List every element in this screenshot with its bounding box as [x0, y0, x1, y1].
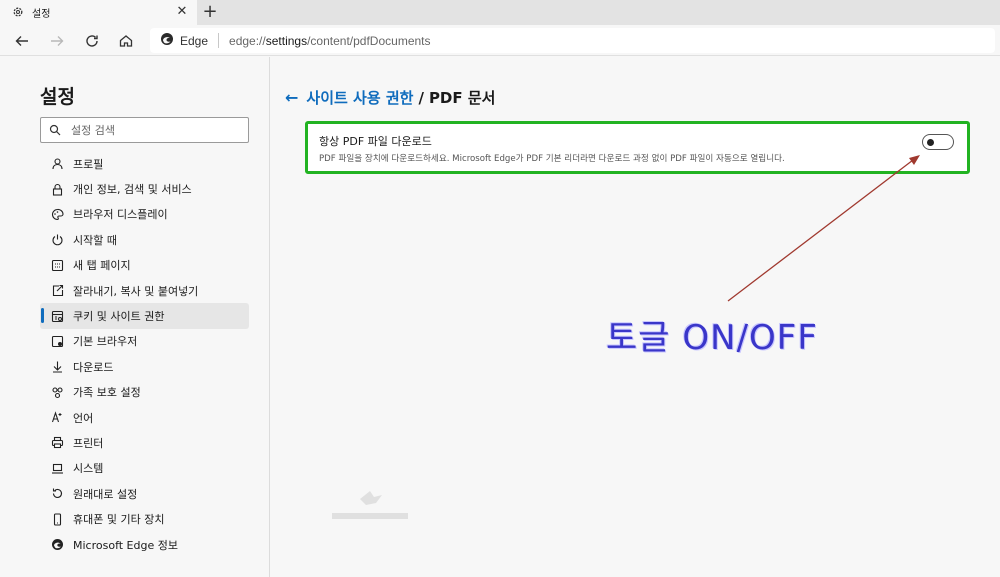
- language-icon: [51, 411, 64, 424]
- page-title: PDF 문서: [428, 89, 496, 107]
- sidebar-item-4[interactable]: 새 탭 페이지: [40, 253, 249, 278]
- sidebar-item-3[interactable]: 시작할 때: [40, 227, 249, 252]
- sidebar-item-label: 프린터: [73, 436, 104, 450]
- grid-icon: [51, 259, 64, 272]
- sidebar-item-8[interactable]: 다운로드: [40, 354, 249, 379]
- forward-arrow-icon: [51, 36, 64, 46]
- sidebar-item-14[interactable]: 휴대폰 및 기타 장치: [40, 506, 249, 531]
- sidebar-item-label: 시작할 때: [73, 233, 117, 247]
- sidebar-item-label: 원래대로 설정: [73, 487, 138, 501]
- sidebar-item-15[interactable]: Microsoft Edge 정보: [40, 532, 249, 557]
- refresh-icon: [86, 35, 98, 47]
- tab-strip: 설정 ✕ +: [0, 0, 1000, 25]
- annotation-label: 토글 ON/OFF: [606, 318, 818, 358]
- sidebar-item-label: Microsoft Edge 정보: [73, 538, 178, 552]
- toolbar: Edge edge://settings/content/pdfDocument…: [0, 25, 1000, 56]
- tab-title: 설정: [32, 9, 51, 20]
- address-bar[interactable]: Edge edge://settings/content/pdfDocument…: [150, 28, 995, 53]
- palette-icon: [51, 208, 64, 221]
- sidebar-item-12[interactable]: 시스템: [40, 456, 249, 481]
- sidebar-item-label: 다운로드: [73, 360, 114, 374]
- tab-settings[interactable]: 설정 ✕: [0, 0, 197, 25]
- back-arrow-icon[interactable]: ←: [285, 88, 298, 107]
- home-button[interactable]: [116, 31, 136, 51]
- sidebar-nav: 프로필개인 정보, 검색 및 서비스브라우저 디스플레이시작할 때새 탭 페이지…: [40, 151, 249, 557]
- sidebar-item-label: 잘라내기, 복사 및 붙여넣기: [73, 284, 199, 298]
- sidebar-item-6[interactable]: 쿠키 및 사이트 권한: [40, 303, 249, 329]
- back-button[interactable]: [12, 31, 32, 51]
- sidebar-item-label: 개인 정보, 검색 및 서비스: [73, 183, 192, 197]
- close-tab-icon[interactable]: ✕: [175, 5, 189, 19]
- sidebar-item-13[interactable]: 원래대로 설정: [40, 481, 249, 506]
- setting-title: 항상 PDF 파일 다운로드: [319, 135, 432, 148]
- family-icon: [51, 386, 64, 399]
- download-icon: [51, 360, 64, 373]
- sidebar-item-label: 가족 보호 설정: [73, 386, 141, 400]
- sidebar-item-label: 휴대폰 및 기타 장치: [73, 513, 165, 527]
- profile-icon: [51, 157, 64, 170]
- sidebar-item-2[interactable]: 브라우저 디스플레이: [40, 202, 249, 227]
- sidebar-item-1[interactable]: 개인 정보, 검색 및 서비스: [40, 176, 249, 201]
- phone-icon: [51, 513, 64, 526]
- search-icon: [49, 121, 61, 140]
- sidebar-item-label: 새 탭 페이지: [73, 259, 131, 273]
- laptop-icon: [51, 462, 64, 475]
- sidebar-item-label: 프로필: [73, 157, 104, 171]
- refresh-button[interactable]: [82, 31, 102, 51]
- browser-icon: [51, 335, 64, 348]
- breadcrumb: ← 사이트 사용 권한 / PDF 문서: [285, 87, 495, 108]
- address-divider: [218, 33, 220, 48]
- sidebar-item-label: 쿠키 및 사이트 권한: [73, 310, 165, 324]
- always-download-pdf-setting: 항상 PDF 파일 다운로드 PDF 파일을 장치에 다운로드하세요. Micr…: [305, 121, 970, 174]
- settings-sidebar: 설정 프로필개인 정보, 검색 및 서비스브라우저 디스플레이시작할 때새 탭 …: [0, 57, 270, 577]
- reset-icon: [51, 487, 64, 500]
- sidebar-item-0[interactable]: 프로필: [40, 151, 249, 176]
- new-tab-button[interactable]: +: [200, 2, 220, 22]
- sidebar-item-5[interactable]: 잘라내기, 복사 및 붙여넣기: [40, 278, 249, 303]
- sidebar-item-label: 브라우저 디스플레이: [73, 208, 168, 222]
- lock-icon: [51, 183, 64, 196]
- sidebar-item-label: 시스템: [73, 462, 104, 476]
- sidebar-item-label: 기본 브라우저: [73, 335, 138, 349]
- back-arrow-icon: [15, 36, 28, 46]
- toggle-knob: [927, 138, 934, 146]
- download-pdf-toggle[interactable]: [922, 134, 954, 150]
- sidebar-item-10[interactable]: 언어: [40, 405, 249, 430]
- clipboard-icon: [51, 284, 64, 297]
- sidebar-title: 설정: [40, 86, 75, 108]
- settings-search-box[interactable]: [40, 117, 249, 143]
- url-text: edge://settings/content/pdfDocuments: [229, 33, 431, 48]
- watermark-logo: [332, 491, 408, 519]
- forward-button[interactable]: [47, 31, 67, 51]
- breadcrumb-parent-link[interactable]: 사이트 사용 권한: [306, 87, 413, 108]
- home-icon: [119, 35, 133, 47]
- edge-logo-icon: [160, 31, 174, 50]
- breadcrumb-separator: /: [418, 88, 424, 107]
- search-input[interactable]: [71, 123, 241, 137]
- printer-icon: [51, 436, 64, 449]
- gear-icon: [12, 3, 24, 22]
- sidebar-item-11[interactable]: 프린터: [40, 430, 249, 455]
- setting-description: PDF 파일을 장치에 다운로드하세요. Microsoft Edge가 PDF…: [319, 154, 785, 164]
- browser-label: Edge: [180, 33, 209, 48]
- sidebar-item-7[interactable]: 기본 브라우저: [40, 329, 249, 354]
- sidebar-item-label: 언어: [73, 411, 94, 425]
- cookie-icon: [51, 310, 64, 323]
- power-icon: [51, 233, 64, 246]
- sidebar-item-9[interactable]: 가족 보호 설정: [40, 380, 249, 405]
- edge-icon: [51, 538, 64, 551]
